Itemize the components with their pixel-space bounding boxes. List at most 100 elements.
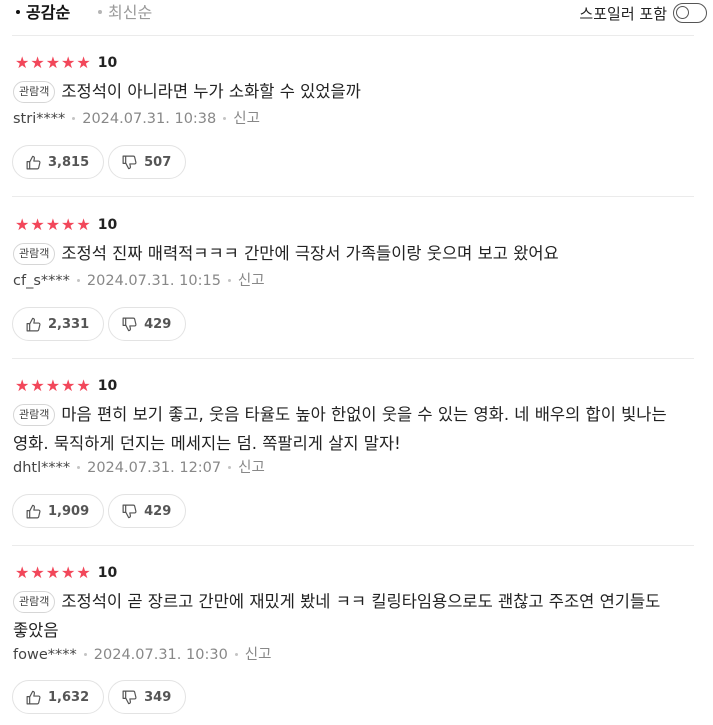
like-count: 1,909 [48,503,90,519]
review-author: fowe**** [13,647,77,663]
review-body: 관람객 조정석이 아니라면 누가 소화할 수 있었을까 [13,77,699,106]
rating-score: 10 [97,55,118,71]
sort-bar: 공감순 최신순 스포일러 포함 [0,0,713,34]
divider [12,35,694,36]
separator-dot [77,465,81,469]
review-date: 2024.07.31. 12:07 [87,460,222,476]
dislike-count: 349 [144,689,172,705]
like-button[interactable]: 2,331 [12,307,105,341]
review-date: 2024.07.31. 10:30 [93,647,228,663]
star-icon: ★ [15,53,30,72]
thumbs-down-icon [122,155,137,169]
sort-by-likes-tab[interactable]: 공감순 [16,2,70,24]
like-count: 2,331 [48,316,90,332]
viewer-badge: 관람객 [13,81,56,103]
thumbs-up-icon [26,317,41,331]
dislike-count: 429 [144,503,172,519]
thumbs-up-icon [26,690,41,704]
separator-dot [72,116,76,120]
review-meta: cf_s**** 2024.07.31. 10:15 신고 [13,271,265,291]
star-icon: ★ [15,215,30,234]
report-link[interactable]: 신고 [238,273,265,289]
star-icon: ★ [76,215,91,234]
star-icon: ★ [45,53,61,72]
review-meta: stri**** 2024.07.31. 10:38 신고 [13,109,260,129]
spoiler-filter[interactable]: 스포일러 포함 [579,2,707,24]
star-rating: ★ ★ ★ ★ ★ 10 [15,54,117,72]
like-button[interactable]: 1,632 [12,680,105,714]
star-icon: ★ [30,563,45,582]
separator-dot [223,116,227,120]
inactive-dot-icon [98,9,102,14]
review-actions: 2,331 429 [12,307,190,341]
separator-dot [228,465,232,469]
dislike-button[interactable]: 429 [108,494,187,528]
star-icon: ★ [45,376,61,395]
review-author: dhtl**** [13,460,71,476]
star-icon: ★ [61,215,76,234]
viewer-badge: 관람객 [13,591,56,613]
rating-score: 10 [97,378,118,394]
rating-score: 10 [97,217,118,233]
star-icon: ★ [45,215,61,234]
dislike-count: 507 [144,154,172,170]
thumbs-down-icon [122,690,137,704]
review-actions: 3,815 507 [12,145,190,179]
dislike-button[interactable]: 349 [108,680,187,714]
star-icon: ★ [76,376,91,395]
thumbs-down-icon [122,317,137,331]
star-rating: ★ ★ ★ ★ ★ 10 [15,377,117,395]
like-button[interactable]: 3,815 [12,145,105,179]
divider [12,196,694,197]
star-icon: ★ [30,215,45,234]
like-count: 3,815 [48,154,90,170]
review-date: 2024.07.31. 10:15 [86,273,221,289]
separator-dot [76,278,80,282]
review-text: 조정석 진짜 매력적ㅋㅋㅋ 간만에 극장서 가족들이랑 웃으며 보고 왔어요 [61,244,559,263]
active-dot-icon [16,9,20,14]
thumbs-up-icon [26,504,41,518]
rating-score: 10 [97,565,118,581]
review-text: 조정석이 아니라면 누가 소화할 수 있었을까 [61,82,361,101]
separator-dot [227,278,231,282]
review-text: 마음 편히 보기 좋고, 웃음 타율도 높아 한없이 웃을 수 있는 영화. 네… [13,405,667,453]
star-icon: ★ [15,376,30,395]
sort-by-latest-tab[interactable]: 최신순 [98,2,152,24]
report-link[interactable]: 신고 [233,111,260,127]
like-button[interactable]: 1,909 [12,494,105,528]
thumbs-up-icon [26,155,41,169]
report-link[interactable]: 신고 [245,647,272,663]
star-icon: ★ [15,563,30,582]
dislike-count: 429 [144,316,172,332]
star-icon: ★ [61,53,76,72]
like-count: 1,632 [48,689,90,705]
star-icon: ★ [76,563,91,582]
star-rating: ★ ★ ★ ★ ★ 10 [15,216,117,234]
star-icon: ★ [61,376,76,395]
divider [12,358,694,359]
dislike-button[interactable]: 507 [108,145,187,179]
star-icon: ★ [45,563,61,582]
review-body: 관람객 마음 편히 보기 좋고, 웃음 타율도 높아 한없이 웃을 수 있는 영화… [13,400,699,458]
thumbs-down-icon [122,504,137,518]
divider [12,545,694,546]
sort-by-likes-label: 공감순 [26,3,71,22]
review-meta: fowe**** 2024.07.31. 10:30 신고 [13,645,271,665]
star-icon: ★ [30,53,45,72]
review-author: cf_s**** [13,273,70,289]
review-date: 2024.07.31. 10:38 [82,111,217,127]
spoiler-toggle[interactable] [673,3,707,23]
star-rating: ★ ★ ★ ★ ★ 10 [15,564,117,582]
sort-by-latest-label: 최신순 [108,3,153,22]
star-icon: ★ [61,563,76,582]
viewer-badge: 관람객 [13,243,56,265]
review-author: stri**** [13,111,66,127]
review-actions: 1,632 349 [12,680,190,714]
dislike-button[interactable]: 429 [108,307,187,341]
separator-dot [234,652,238,656]
toggle-knob [676,6,689,19]
star-icon: ★ [76,53,91,72]
report-link[interactable]: 신고 [238,460,265,476]
spoiler-label: 스포일러 포함 [579,4,667,23]
viewer-badge: 관람객 [13,404,56,426]
